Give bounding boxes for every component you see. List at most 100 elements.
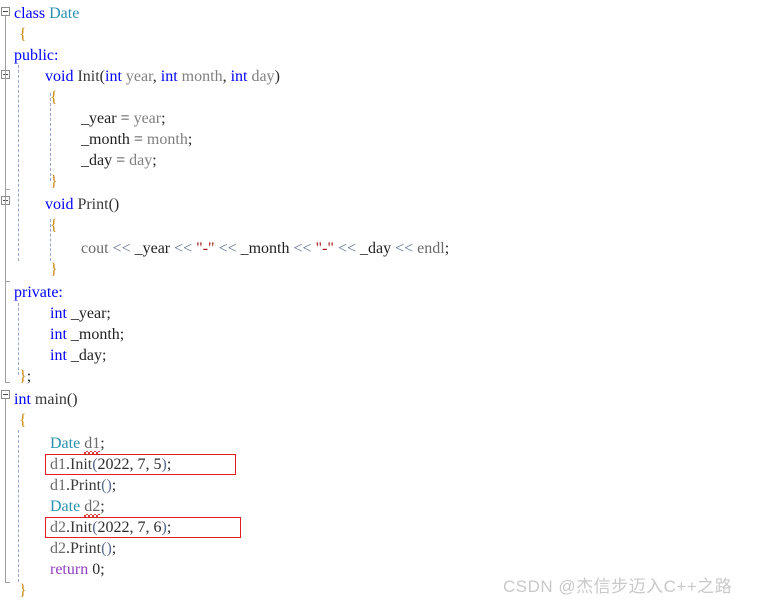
call-init-d2: Init	[70, 519, 93, 536]
comma-4: ,	[145, 456, 150, 473]
member-month-out: _month	[240, 240, 290, 257]
type-date-d1: Date	[50, 435, 81, 452]
keyword-int-p1: int	[105, 68, 122, 85]
keyword-class: class	[14, 5, 46, 22]
parens-call-print-1: ()	[101, 477, 112, 494]
code-line-11[interactable]: {	[50, 215, 58, 236]
code-line-10[interactable]: void Print()	[45, 194, 119, 215]
param-year-rhs: year	[133, 110, 162, 127]
code-line-9[interactable]: }	[50, 171, 58, 192]
variable-d1-init: d1	[50, 456, 66, 473]
param-month: month	[181, 68, 223, 85]
fold-toggle-class-date[interactable]	[1, 7, 10, 16]
code-line-26[interactable]: d2.Print();	[50, 538, 116, 559]
param-day-rhs: day	[129, 152, 153, 169]
member-year-assign: _year	[81, 110, 117, 127]
code-line-8[interactable]: _day = day;	[81, 150, 157, 171]
comma-6: ,	[145, 519, 150, 536]
variable-d2-init: d2	[50, 519, 66, 536]
semi-1: ;	[161, 110, 166, 127]
arg-month-d2: 7	[137, 519, 146, 536]
keyword-int-main: int	[14, 391, 31, 408]
code-line-16[interactable]: int _month;	[50, 324, 124, 345]
code-line-3[interactable]: public:	[14, 45, 58, 66]
variable-d2-decl: d2	[84, 498, 101, 515]
brace-open-print: {	[50, 217, 58, 234]
arg-month-d1: 7	[137, 456, 146, 473]
type-date: Date	[49, 5, 80, 22]
semi-6: ;	[119, 326, 125, 343]
keyword-return: return	[50, 561, 89, 578]
indent-guide-1	[18, 65, 19, 261]
keyword-public: public:	[14, 47, 59, 64]
code-line-6[interactable]: _year = year;	[81, 108, 166, 129]
variable-d1-decl: d1	[84, 435, 101, 452]
semi-7: ;	[102, 347, 107, 364]
parens-print: ()	[108, 196, 120, 213]
variable-d1-print: d1	[50, 477, 66, 494]
code-line-12[interactable]: cout << _year << "-" << _month << "-" <<…	[81, 238, 449, 259]
function-init: Init	[77, 68, 100, 85]
string-dash-1: "-"	[196, 240, 215, 257]
brace-close-class: }	[19, 368, 27, 385]
function-main: main	[34, 391, 67, 408]
arg-day-d1: 5	[153, 456, 162, 473]
member-day-out: _day	[359, 240, 392, 257]
code-line-28[interactable]: }	[19, 580, 27, 601]
indent-guide-3	[18, 430, 19, 582]
fold-toggle-main[interactable]	[1, 390, 10, 399]
member-year-out: _year	[134, 240, 171, 257]
code-editor[interactable]: class Date { public: void Init(int year,…	[0, 0, 764, 607]
semi-3: ;	[152, 152, 157, 169]
code-line-24[interactable]: Date d2;	[50, 496, 105, 517]
keyword-int-p2: int	[160, 68, 178, 85]
operator-shift-3: <<	[218, 240, 237, 257]
code-line-15[interactable]: int _year;	[50, 303, 111, 324]
semi-5: ;	[106, 305, 111, 322]
semi-13: ;	[166, 519, 172, 536]
code-line-17[interactable]: int _day;	[50, 345, 106, 366]
code-line-7[interactable]: _month = month;	[81, 129, 192, 150]
semi-8: ;	[26, 368, 32, 385]
code-line-19[interactable]: int main()	[14, 389, 78, 410]
keyword-int-p3: int	[230, 68, 248, 85]
assign-1: =	[120, 110, 130, 127]
arg-year-d1: 2022	[97, 456, 130, 473]
fold-bracket-foot-main	[5, 582, 10, 583]
code-line-22[interactable]: d1.Init(2022, 7, 5);	[50, 454, 171, 475]
code-line-14[interactable]: private:	[14, 282, 63, 303]
brace-open-class: {	[19, 26, 27, 43]
code-line-4[interactable]: void Init(int year, int month, int day)	[45, 66, 280, 87]
code-line-21[interactable]: Date d1;	[50, 433, 105, 454]
call-print-d2: Print	[70, 540, 102, 557]
paren-close-init: )	[274, 68, 280, 85]
outlining-margin[interactable]	[0, 0, 14, 607]
comma-3: ,	[129, 456, 134, 473]
fold-bracket-foot-class	[5, 382, 10, 383]
operator-shift-6: <<	[395, 240, 414, 257]
code-line-27[interactable]: return 0;	[50, 559, 105, 580]
code-line-5[interactable]: {	[50, 87, 58, 108]
code-line-13[interactable]: }	[50, 259, 58, 280]
code-line-18[interactable]: };	[19, 366, 31, 387]
operator-shift-1: <<	[112, 240, 131, 257]
member-decl-day: _day	[70, 347, 102, 364]
arg-day-d2: 6	[153, 519, 162, 536]
semi-4: ;	[444, 240, 450, 257]
assign-3: =	[116, 152, 126, 169]
member-month-assign: _month	[81, 131, 130, 148]
code-line-20[interactable]: {	[19, 410, 27, 431]
member-decl-year: _year	[70, 305, 107, 322]
object-endl: endl	[417, 240, 445, 257]
brace-open-main: {	[19, 412, 27, 429]
code-line-2[interactable]: {	[19, 24, 27, 45]
code-line-1[interactable]: class Date	[14, 3, 79, 24]
indent-guide-2	[18, 303, 19, 375]
type-date-d2: Date	[50, 498, 81, 515]
code-line-23[interactable]: d1.Print();	[50, 475, 116, 496]
keyword-private: private:	[14, 284, 63, 301]
semi-9: ;	[100, 435, 105, 452]
brace-open-init: {	[50, 89, 58, 106]
semi-14: ;	[111, 540, 117, 557]
code-line-25[interactable]: d2.Init(2022, 7, 6);	[50, 517, 171, 538]
